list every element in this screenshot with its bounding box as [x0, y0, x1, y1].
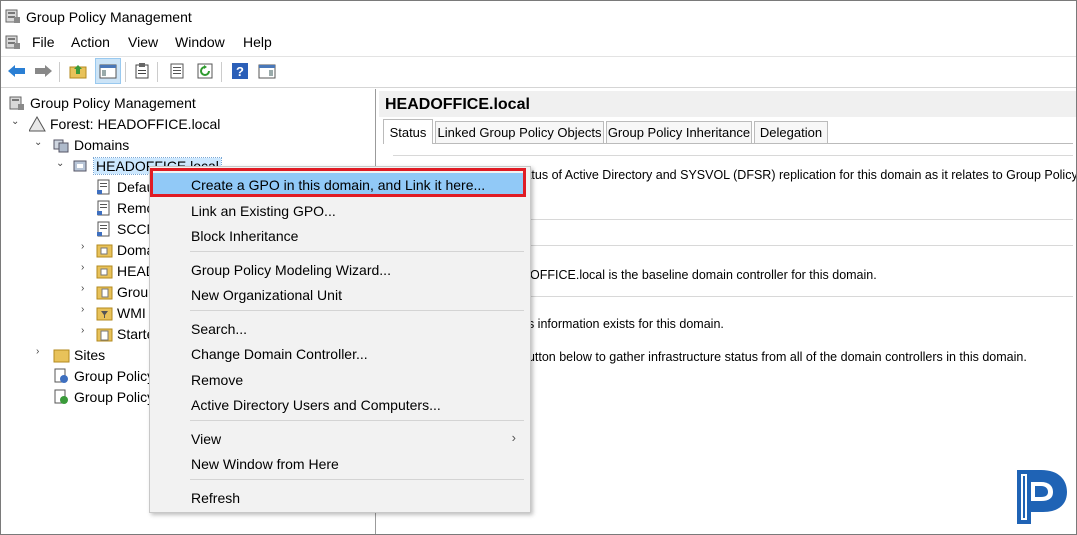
menu-item-gp-modeling-wizard[interactable]: Group Policy Modeling Wizard...	[150, 258, 528, 282]
svg-text:?: ?	[236, 64, 244, 79]
submenu-arrow-icon: ›	[511, 430, 516, 445]
title-bar: Group Policy Management	[1, 1, 1076, 32]
ou-folder-icon	[96, 242, 113, 258]
menu-item-change-dc[interactable]: Change Domain Controller...	[150, 342, 528, 366]
tree-item-gp-results[interactable]: Group Policy	[53, 387, 154, 407]
tree-item-gpm-root[interactable]: Group Policy Management	[9, 93, 196, 113]
menu-separator	[190, 310, 524, 311]
menu-separator	[190, 420, 524, 421]
tree-item-starter-gpos[interactable]: Starte	[96, 324, 154, 344]
forward-arrow-icon[interactable]	[33, 61, 53, 81]
menu-app-icon	[5, 34, 21, 50]
tree-item-domains[interactable]: Domains	[53, 135, 129, 155]
domain-icon	[73, 158, 90, 174]
tab-gp-inheritance[interactable]: Group Policy Inheritance	[606, 121, 752, 143]
tree-item-gpo-link[interactable]: Remo	[96, 198, 154, 218]
tree-item-wmi-filters[interactable]: WMI	[96, 303, 146, 323]
menu-window[interactable]: Window	[175, 34, 225, 50]
tab-linked-gpos[interactable]: Linked Group Policy Objects	[435, 121, 604, 143]
menu-file[interactable]: File	[32, 34, 55, 50]
gpo-link-icon	[96, 200, 113, 216]
tree-item-gp-modeling[interactable]: Group Policy	[53, 366, 154, 386]
menu-item-search[interactable]: Search...	[150, 317, 528, 341]
highlight-callout-box	[150, 168, 526, 197]
toolbar-separator	[59, 62, 60, 82]
tree-item-forest[interactable]: Forest: HEADOFFICE.local	[28, 114, 220, 134]
menu-separator	[190, 479, 524, 480]
gp-results-icon	[53, 389, 70, 405]
menu-item-view[interactable]: View ›	[150, 427, 528, 451]
menu-help[interactable]: Help	[243, 34, 272, 50]
forest-icon	[28, 115, 46, 132]
tree-item-sites[interactable]: Sites	[53, 345, 105, 365]
properties-icon[interactable]	[132, 61, 152, 81]
details-header: HEADOFFICE.local	[379, 91, 1076, 117]
expand-arrow-icon[interactable]: ›	[81, 262, 84, 273]
tree-item-ou[interactable]: Doma	[96, 240, 154, 260]
toolbar-separator	[125, 62, 126, 82]
brand-logo-icon	[1011, 466, 1071, 528]
divider	[393, 155, 1073, 156]
toolbar-separator	[221, 62, 222, 82]
menu-item-block-inheritance[interactable]: Block Inheritance	[150, 224, 528, 248]
ou-folder-icon	[96, 263, 113, 279]
expand-arrow-icon[interactable]: ›	[36, 346, 39, 357]
refresh-icon[interactable]	[195, 61, 215, 81]
menu-action[interactable]: Action	[71, 34, 110, 50]
menu-item-remove[interactable]: Remove	[150, 368, 528, 392]
menu-bar: File Action View Window Help	[1, 32, 1076, 54]
menu-view[interactable]: View	[128, 34, 158, 50]
menu-item-new-window[interactable]: New Window from Here	[150, 452, 528, 476]
collapse-arrow-icon[interactable]: ⌄	[56, 158, 64, 169]
tree-item-ou[interactable]: HEAD	[96, 261, 156, 281]
expand-arrow-icon[interactable]: ›	[81, 325, 84, 336]
tree-item-gpo-link[interactable]: Defau	[96, 177, 154, 197]
no-status-text: us information exists for this domain.	[521, 317, 724, 331]
gpo-link-icon	[96, 179, 113, 195]
wmi-filter-icon	[96, 305, 113, 321]
details-title: HEADOFFICE.local	[385, 96, 530, 113]
tab-delegation[interactable]: Delegation	[754, 121, 828, 143]
sites-icon	[53, 347, 70, 363]
baseline-dc-text: DOFFICE.local is the baseline domain con…	[521, 268, 877, 282]
status-description: tatus of Active Directory and SYSVOL (DF…	[521, 168, 1077, 182]
menu-item-aduc[interactable]: Active Directory Users and Computers...	[150, 393, 528, 417]
tab-status[interactable]: Status	[383, 119, 433, 144]
toolbar: ?	[1, 56, 1076, 88]
expand-arrow-icon[interactable]: ›	[81, 283, 84, 294]
gpo-folder-icon	[96, 284, 113, 300]
menu-item-link-existing-gpo[interactable]: Link an Existing GPO...	[150, 199, 528, 223]
domains-icon	[53, 137, 70, 153]
window-title: Group Policy Management	[26, 9, 192, 25]
tab-strip: Status Linked Group Policy Objects Group…	[383, 119, 1073, 144]
menu-item-refresh[interactable]: Refresh	[150, 486, 528, 510]
starter-gpo-icon	[96, 326, 113, 342]
app-window: Group Policy Management File Action View…	[0, 0, 1077, 535]
show-action-pane-icon[interactable]	[257, 61, 277, 81]
app-icon	[5, 8, 21, 24]
back-arrow-icon[interactable]	[7, 61, 27, 81]
expand-arrow-icon[interactable]: ›	[81, 241, 84, 252]
show-hide-console-tree-icon[interactable]	[95, 58, 121, 84]
collapse-arrow-icon[interactable]: ⌄	[11, 116, 19, 127]
toolbar-separator	[157, 62, 158, 82]
menu-separator	[190, 251, 524, 252]
export-list-icon[interactable]	[167, 61, 187, 81]
up-folder-icon[interactable]	[68, 61, 88, 81]
gp-modeling-icon	[53, 368, 70, 384]
collapse-arrow-icon[interactable]: ⌄	[34, 137, 42, 148]
context-menu: Create a GPO in this domain, and Link it…	[149, 166, 531, 513]
expand-arrow-icon[interactable]: ›	[81, 304, 84, 315]
gather-status-text: button below to gather infrastructure st…	[521, 350, 1027, 364]
help-icon[interactable]: ?	[230, 61, 250, 81]
menu-item-new-ou[interactable]: New Organizational Unit	[150, 283, 528, 307]
tree-item-gpo-folder[interactable]: Grou	[96, 282, 148, 302]
gpo-link-icon	[96, 221, 113, 237]
gpm-icon	[9, 95, 26, 111]
